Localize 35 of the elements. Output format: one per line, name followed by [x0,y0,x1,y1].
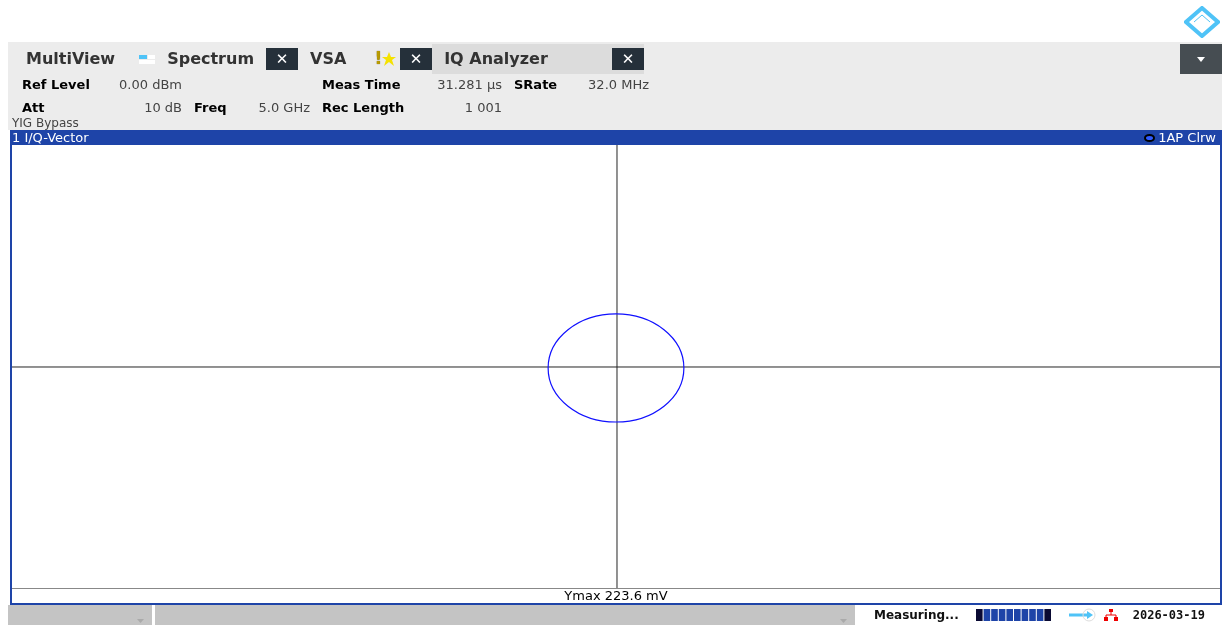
caret-icon [1197,56,1205,62]
tab[interactable]: Spectrum [155,44,267,74]
logo-icon [1184,6,1220,38]
star-icon [382,52,397,66]
status-dropdown[interactable] [8,605,152,625]
note-text: YIG Bypass [11,117,80,130]
close-button[interactable]: ✕ [400,48,433,70]
network-icon [1103,609,1118,621]
setting-value: 31.281 µs [437,76,502,94]
setting-value: 10 dB [144,98,182,117]
setting-value: 5.0 GHz [258,98,310,117]
warning-mark: ! [374,47,383,71]
setting-value: 32.0 MHz [588,76,649,94]
tab[interactable]: VSA [298,44,359,74]
setting-label: SRate [514,76,558,94]
tab[interactable]: IQ Analyzer [432,44,613,74]
setting-label: Meas Time [322,76,401,94]
window-title: 1 I/Q-Vector [12,130,89,145]
ymax-text: Ymax 223.6 mV [564,589,668,603]
setting-label: Att [22,98,45,117]
progress-indicator-icon [975,609,1052,621]
close-button[interactable]: ✕ [612,48,645,70]
setting-value: 0.00 dBm [119,76,182,94]
status-date: 2026-03-19 [1132,607,1205,624]
layout-icon [139,54,156,64]
trace-dot-icon [1144,133,1156,142]
status-message: Measuring... [874,607,959,624]
close-button[interactable]: ✕ [266,48,299,70]
dropdown-button[interactable] [1180,44,1222,74]
setting-label: Ref Level [22,76,90,94]
tab[interactable]: MultiView [14,44,128,74]
setting-label: Freq [194,98,227,117]
trace-info: 1AP Clrw [1158,130,1217,145]
setting-label: Rec Length [322,98,405,117]
setting-value: 1 001 [464,98,502,117]
